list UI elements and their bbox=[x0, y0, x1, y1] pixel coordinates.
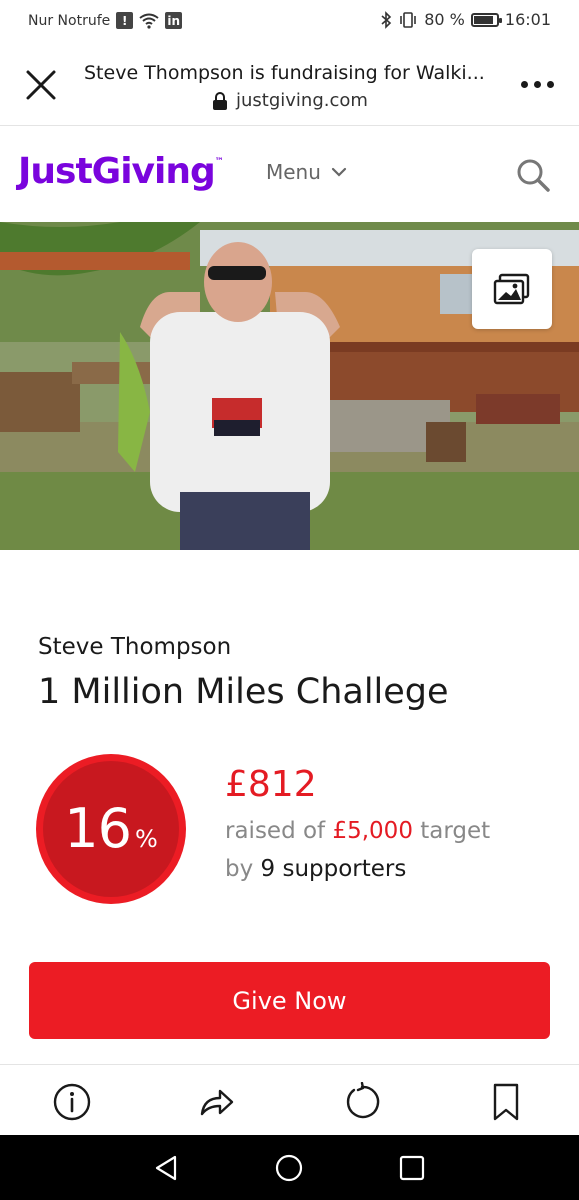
status-time: 16:01 bbox=[504, 10, 551, 29]
hero-photo bbox=[0, 222, 579, 550]
status-left: Nur Notrufe ! in bbox=[28, 12, 183, 29]
progress-ring: 16 % bbox=[36, 754, 186, 904]
browser-bar: Steve Thompson is fundraising for Walki.… bbox=[0, 44, 579, 126]
raised-prefix: raised of bbox=[225, 818, 333, 844]
browser-toolbar bbox=[0, 1064, 579, 1135]
target-amount: £5,000 bbox=[332, 818, 413, 844]
search-icon[interactable] bbox=[515, 157, 551, 193]
nav-back-icon[interactable] bbox=[151, 1153, 181, 1183]
supporters-line: by 9 supporters bbox=[225, 856, 406, 882]
lock-icon bbox=[213, 91, 227, 110]
more-icon[interactable] bbox=[517, 74, 557, 94]
bluetooth-icon bbox=[381, 10, 392, 29]
supporters-prefix: by bbox=[225, 856, 261, 882]
progress-percent-symbol: % bbox=[134, 825, 158, 853]
carrier-label: Nur Notrufe bbox=[28, 12, 111, 29]
raised-target-line: raised of £5,000 target bbox=[225, 818, 490, 844]
site-header: JustGiving™ Menu bbox=[0, 127, 579, 222]
justgiving-logo[interactable]: JustGiving™ bbox=[18, 151, 224, 192]
share-icon[interactable] bbox=[195, 1081, 237, 1123]
battery-percent: 80 % bbox=[424, 10, 465, 29]
linkedin-icon: in bbox=[165, 12, 183, 29]
chevron-down-icon bbox=[331, 167, 347, 177]
menu-label: Menu bbox=[266, 160, 321, 184]
nav-home-icon[interactable] bbox=[274, 1153, 304, 1183]
vibrate-icon bbox=[400, 11, 417, 28]
menu-button[interactable]: Menu bbox=[266, 160, 347, 184]
target-suffix: target bbox=[412, 818, 491, 844]
logo-trademark: ™ bbox=[214, 157, 224, 167]
bookmark-icon[interactable] bbox=[485, 1081, 527, 1123]
system-nav-bar bbox=[0, 1135, 579, 1200]
wifi-icon bbox=[139, 13, 159, 29]
battery-icon bbox=[470, 12, 502, 27]
raised-amount: £812 bbox=[225, 764, 317, 805]
campaign-title: 1 Million Miles Challege bbox=[38, 672, 449, 712]
gallery-icon bbox=[493, 273, 530, 305]
progress-percent: 16 bbox=[64, 797, 132, 860]
status-right: 80 % 16:01 bbox=[380, 10, 551, 29]
supporters-count[interactable]: 9 supporters bbox=[261, 856, 407, 882]
alert-icon: ! bbox=[116, 12, 134, 29]
gallery-button[interactable] bbox=[472, 249, 552, 329]
logo-text: JustGiving bbox=[18, 151, 216, 192]
url-row: justgiving.com bbox=[212, 90, 368, 111]
browser-page-title: Steve Thompson is fundraising for Walki.… bbox=[84, 62, 485, 84]
info-icon[interactable] bbox=[51, 1081, 93, 1123]
refresh-icon[interactable] bbox=[341, 1081, 383, 1123]
progress-ring-inner: 16 % bbox=[43, 761, 179, 897]
status-bar: Nur Notrufe ! in 80 % 16:01 bbox=[0, 0, 579, 44]
give-now-button[interactable]: Give Now bbox=[29, 962, 550, 1039]
nav-recents-icon[interactable] bbox=[397, 1153, 427, 1183]
url-text: justgiving.com bbox=[236, 90, 368, 111]
fundraiser-name[interactable]: Steve Thompson bbox=[38, 634, 231, 660]
close-icon[interactable] bbox=[24, 68, 58, 102]
